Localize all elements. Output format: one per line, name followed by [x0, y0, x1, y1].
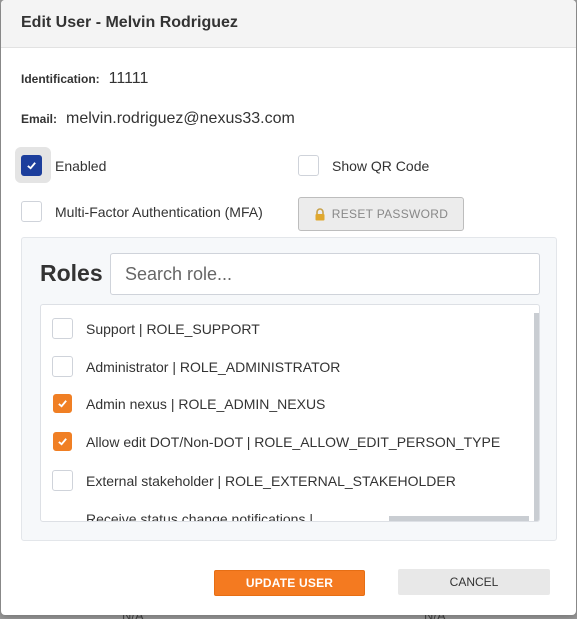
role-checkbox[interactable]	[53, 394, 72, 413]
mfa-label: Multi-Factor Authentication (MFA)	[55, 203, 263, 220]
dialog-title: Edit User - Melvin Rodriguez	[21, 14, 238, 31]
check-icon	[27, 162, 36, 170]
enabled-option[interactable]: Enabled	[21, 155, 106, 176]
role-label: Administrator | ROLE_ADMINISTRATOR	[86, 358, 341, 375]
enabled-label: Enabled	[55, 157, 107, 174]
mfa-checkbox[interactable]	[21, 201, 42, 222]
enabled-checkbox[interactable]	[21, 155, 42, 176]
role-item[interactable]: External stakeholder | ROLE_EXTERNAL_STA…	[52, 470, 456, 491]
show-qr-label: Show QR Code	[332, 157, 430, 174]
identification-label: Identification:	[21, 72, 100, 86]
identification-value: 11111	[108, 70, 149, 87]
email-label: Email:	[21, 112, 58, 126]
role-checkbox[interactable]	[52, 470, 73, 491]
mfa-option[interactable]: Multi-Factor Authentication (MFA)	[21, 201, 263, 222]
reset-password-button[interactable]: RESET PASSWORD	[298, 197, 464, 231]
role-checkbox[interactable]	[53, 432, 72, 451]
role-search-input[interactable]	[110, 253, 540, 295]
role-checkbox[interactable]	[52, 318, 73, 339]
role-label: External stakeholder | ROLE_EXTERNAL_STA…	[86, 472, 456, 489]
roles-panel: Roles Support | ROLE_SUPPORT Administrat…	[21, 237, 557, 541]
lock-icon	[315, 207, 325, 220]
horizontal-scrollbar[interactable]	[389, 516, 529, 521]
role-list: Support | ROLE_SUPPORT Administrator | R…	[40, 304, 540, 522]
show-qr-option[interactable]: Show QR Code	[298, 155, 429, 176]
dialog-header: Edit User - Melvin Rodriguez	[1, 0, 576, 48]
role-label: Allow edit DOT/Non-DOT | ROLE_ALLOW_EDIT…	[86, 433, 501, 450]
cancel-button[interactable]: CANCEL	[398, 569, 550, 595]
role-label: Support | ROLE_SUPPORT	[86, 320, 260, 337]
role-item[interactable]: Administrator | ROLE_ADMINISTRATOR	[52, 356, 340, 377]
reset-password-label: RESET PASSWORD	[331, 207, 449, 221]
role-item[interactable]: Allow edit DOT/Non-DOT | ROLE_ALLOW_EDIT…	[52, 432, 500, 451]
update-user-button[interactable]: UPDATE USER	[214, 570, 365, 596]
role-item[interactable]: Admin nexus | ROLE_ADMIN_NEXUS	[52, 394, 325, 413]
email-row: Email: melvin.rodriguez@nexus33.com	[21, 110, 295, 128]
check-icon	[58, 400, 67, 408]
check-icon	[58, 438, 67, 446]
role-item-partial[interactable]: Receive status change notifications |	[86, 511, 313, 521]
edit-user-dialog: Edit User - Melvin Rodriguez Identificat…	[1, 0, 576, 615]
roles-title: Roles	[40, 260, 103, 286]
vertical-scrollbar[interactable]	[534, 313, 539, 521]
identification-row: Identification: 11111	[21, 70, 148, 88]
role-checkbox[interactable]	[52, 356, 73, 377]
role-label: Admin nexus | ROLE_ADMIN_NEXUS	[86, 395, 326, 412]
email-value: melvin.rodriguez@nexus33.com	[66, 110, 295, 127]
role-item[interactable]: Support | ROLE_SUPPORT	[52, 318, 260, 339]
show-qr-checkbox[interactable]	[298, 155, 319, 176]
